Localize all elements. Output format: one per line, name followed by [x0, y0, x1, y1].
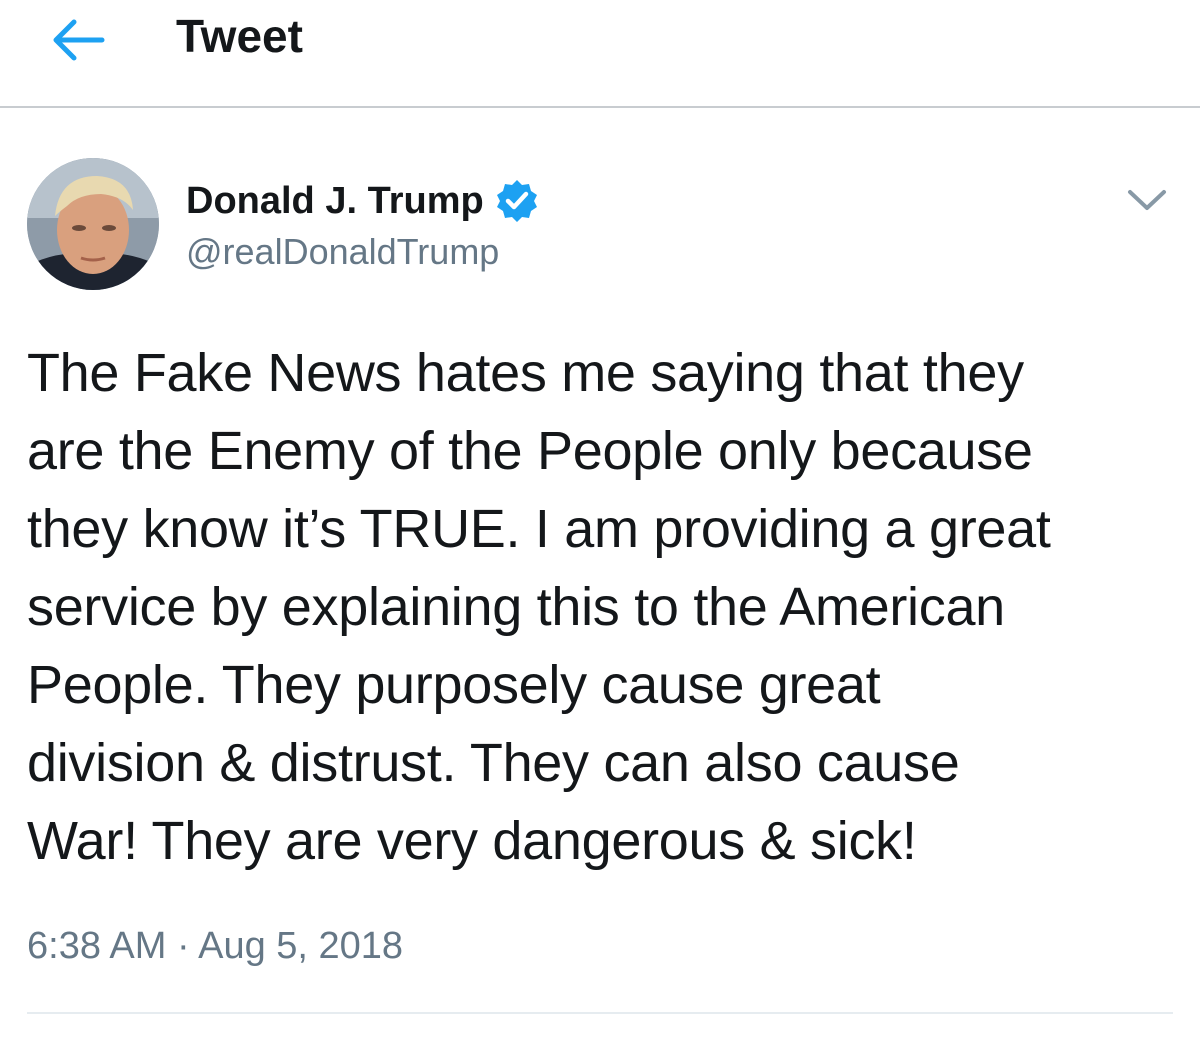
profile-photo [27, 158, 159, 290]
chevron-down-icon [1128, 190, 1166, 210]
tweet-text-line: People. They purposely cause great [27, 655, 881, 715]
tweet-text-line: are the Enemy of the People only because [27, 421, 1033, 481]
divider [27, 1012, 1173, 1014]
verified-badge-icon [494, 178, 540, 224]
page-title: Tweet [176, 10, 303, 62]
tweet-text-line: War! They are very dangerous & sick! [27, 811, 917, 871]
back-button[interactable] [44, 12, 114, 68]
tweet-text: The Fake News hates me saying that they … [27, 334, 1177, 880]
avatar[interactable] [27, 158, 159, 290]
author-row: Donald J. Trump [186, 178, 540, 224]
tweet-timestamp: 6:38 AM · Aug 5, 2018 [27, 920, 403, 972]
timestamp-separator: · [176, 925, 190, 967]
tweet-options-button[interactable] [1124, 180, 1170, 220]
tweet-time: 6:38 AM [27, 925, 167, 967]
tweet-text-line: service by explaining this to the Americ… [27, 577, 1005, 637]
tweet-text-line: they know it’s TRUE. I am providing a gr… [27, 499, 1051, 559]
arrow-left-icon [53, 19, 105, 61]
tweet-date: Aug 5, 2018 [198, 925, 404, 967]
author-name[interactable]: Donald J. Trump [186, 178, 484, 224]
tweet-text-line: division & distrust. They can also cause [27, 733, 960, 793]
tweet-text-line: The Fake News hates me saying that they [27, 343, 1024, 403]
author-handle[interactable]: @realDonaldTrump [186, 230, 499, 274]
top-bar: Tweet [0, 0, 1200, 108]
